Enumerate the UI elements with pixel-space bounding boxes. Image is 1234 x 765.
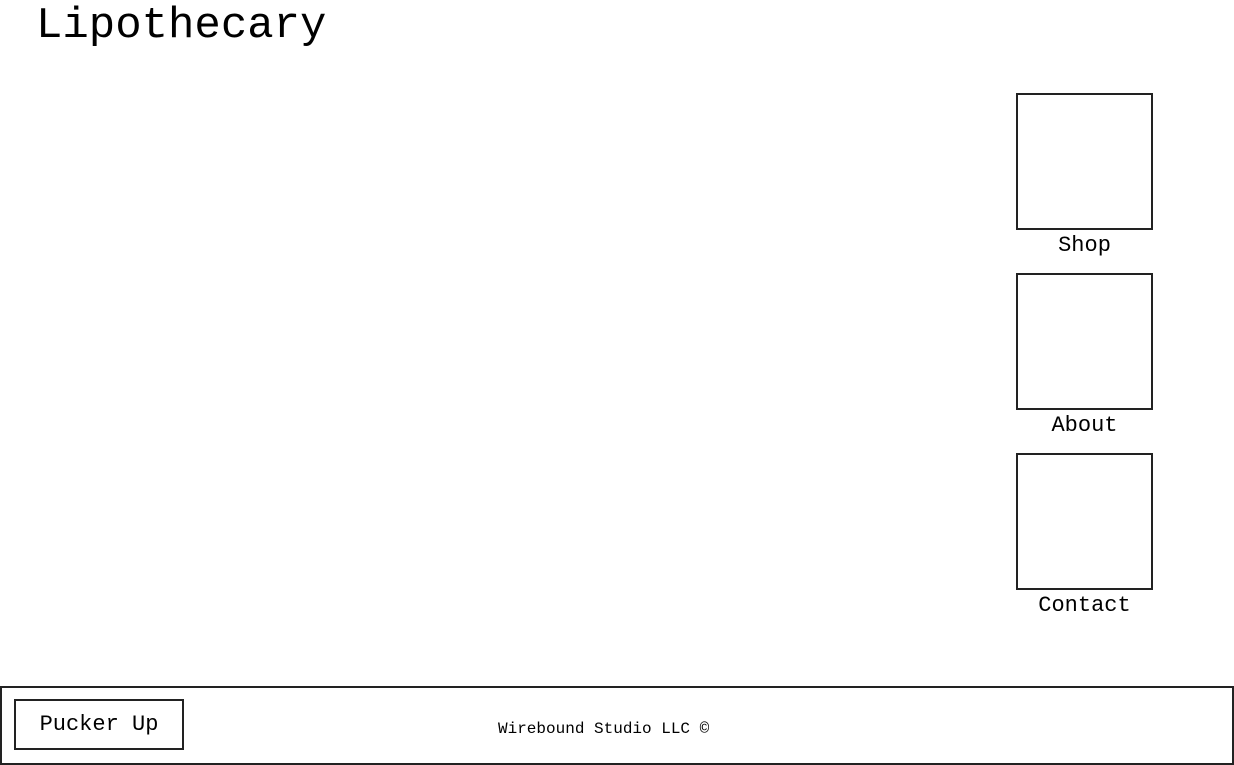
shop-image-placeholder[interactable] [1016, 93, 1153, 230]
nav-item-shop[interactable]: Shop [1016, 93, 1153, 273]
pucker-up-button[interactable]: Pucker Up [14, 699, 184, 750]
nav-item-contact[interactable]: Contact [1016, 453, 1153, 633]
nav-label-contact[interactable]: Contact [1016, 591, 1153, 621]
nav-item-about[interactable]: About [1016, 273, 1153, 453]
site-title: Lipothecary [36, 1, 327, 51]
copyright-text: Wirebound Studio LLC © [498, 720, 710, 738]
about-image-placeholder[interactable] [1016, 273, 1153, 410]
contact-image-placeholder[interactable] [1016, 453, 1153, 590]
footer: Pucker Up Wirebound Studio LLC © [0, 686, 1234, 765]
nav-label-about[interactable]: About [1016, 411, 1153, 441]
side-nav: Shop About Contact [1016, 93, 1153, 633]
nav-label-shop[interactable]: Shop [1016, 231, 1153, 261]
